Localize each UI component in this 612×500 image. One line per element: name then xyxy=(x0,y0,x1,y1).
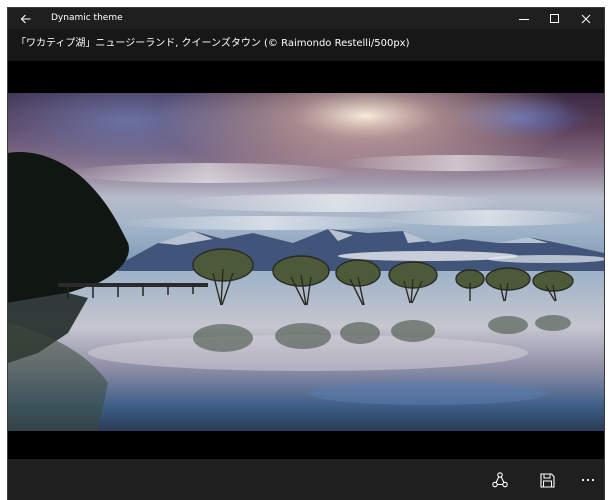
title-bar: Dynamic theme xyxy=(8,8,604,29)
close-button[interactable] xyxy=(568,8,604,29)
back-arrow-icon xyxy=(20,14,30,23)
share-button[interactable] xyxy=(483,463,517,497)
save-button[interactable] xyxy=(530,463,564,497)
save-icon xyxy=(539,472,555,488)
lake-wakatipu-photo xyxy=(8,93,604,431)
more-icon xyxy=(581,478,595,482)
back-button[interactable] xyxy=(15,9,35,28)
command-bar xyxy=(8,459,604,500)
image-stage xyxy=(8,61,604,459)
maximize-icon xyxy=(550,13,559,23)
more-button[interactable] xyxy=(571,463,604,497)
share-icon xyxy=(492,472,508,488)
window-title: Dynamic theme xyxy=(51,13,123,23)
landscape-image xyxy=(8,93,604,431)
minimize-icon xyxy=(519,18,529,20)
close-icon xyxy=(581,14,591,23)
app-window: Dynamic theme 「ワカティプ湖」ニュージーランド, クイーンズタウン… xyxy=(8,8,604,500)
caption-bar: 「ワカティプ湖」ニュージーランド, クイーンズタウン (© Raimondo R… xyxy=(8,29,604,61)
photo-caption: 「ワカティプ湖」ニュージーランド, クイーンズタウン (© Raimondo R… xyxy=(16,38,410,49)
